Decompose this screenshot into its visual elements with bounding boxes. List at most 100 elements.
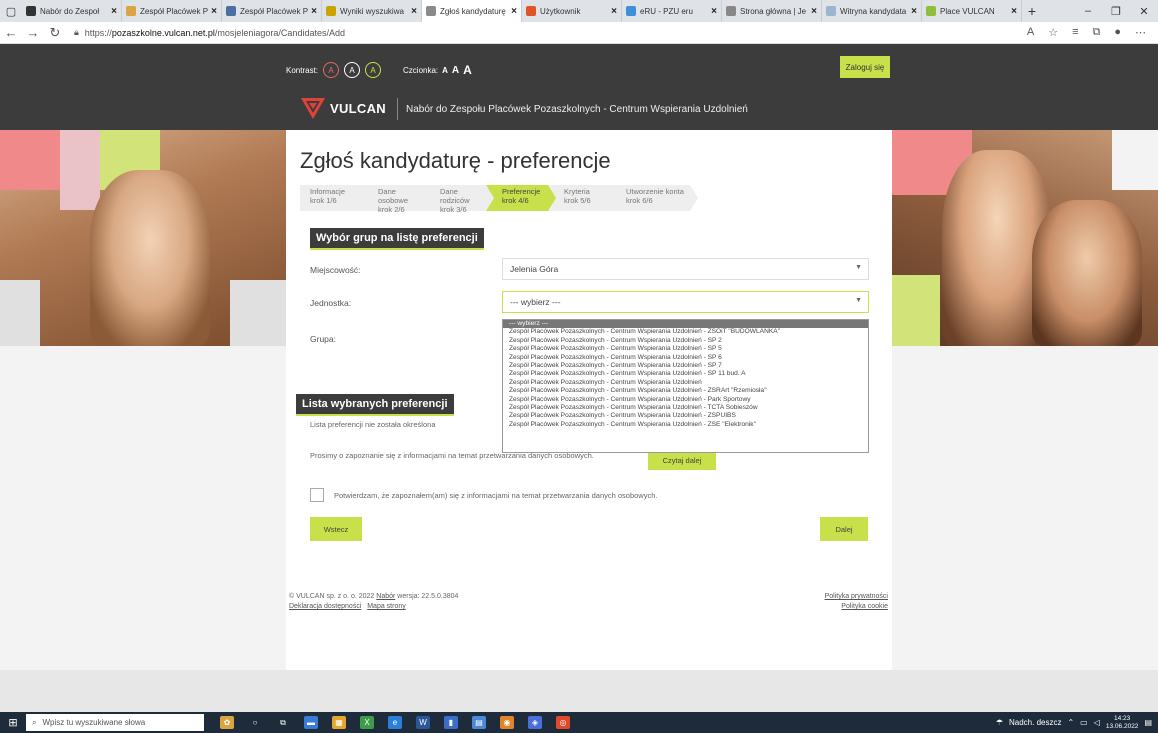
taskbar-search[interactable]: ⌕ Wpisz tu wyszukiwane słowa bbox=[26, 714, 204, 731]
tray-chevron-icon[interactable]: ⌃ bbox=[1067, 718, 1074, 727]
weather-icon[interactable]: ☂ bbox=[996, 718, 1003, 727]
profile-icon[interactable]: ● bbox=[1114, 26, 1121, 39]
dropdown-option[interactable]: Zespół Placówek Pozaszkolnych - Centrum … bbox=[503, 387, 868, 395]
accessibility-strip bbox=[0, 44, 1158, 90]
close-window-icon[interactable]: ✕ bbox=[1130, 5, 1158, 18]
dropdown-option[interactable]: Zespół Placówek Pozaszkolnych - Centrum … bbox=[503, 421, 868, 429]
browser-tab[interactable]: Zgłoś kandydaturę × bbox=[422, 0, 522, 22]
browser-tab[interactable]: Użytkownik × bbox=[522, 0, 622, 22]
contrast-yellow-button[interactable]: A bbox=[365, 62, 382, 78]
font-medium-button[interactable]: A bbox=[452, 65, 459, 76]
tab-actions-icon[interactable]: ▢ bbox=[0, 0, 22, 22]
browser-tab[interactable]: Nabór do Zespoł × bbox=[22, 0, 122, 22]
browser-tab[interactable]: Strona główna | Je × bbox=[722, 0, 822, 22]
app4-icon[interactable]: ◈ bbox=[528, 716, 542, 729]
back-arrow-icon[interactable]: ← bbox=[0, 25, 22, 40]
back-button[interactable]: Wstecz bbox=[310, 517, 362, 541]
tab-close-icon[interactable]: × bbox=[911, 6, 917, 17]
browser-tab[interactable]: Wyniki wyszukiwa × bbox=[322, 0, 422, 22]
tab-close-icon[interactable]: × bbox=[811, 6, 817, 17]
excel-icon[interactable]: X bbox=[360, 716, 374, 729]
font-large-button[interactable]: A bbox=[463, 63, 472, 77]
favorite-star-icon[interactable]: ☆ bbox=[1048, 26, 1058, 39]
word-icon[interactable]: W bbox=[416, 716, 430, 729]
new-tab-button[interactable]: + bbox=[1022, 3, 1042, 19]
dropdown-option[interactable]: Zespół Placówek Pozaszkolnych - Centrum … bbox=[503, 354, 868, 362]
dropdown-option[interactable]: Zespół Placówek Pozaszkolnych - Centrum … bbox=[503, 337, 868, 345]
dropdown-option[interactable]: Zespół Placówek Pozaszkolnych - Centrum … bbox=[503, 379, 868, 387]
dropdown-option[interactable]: Zespół Placówek Pozaszkolnych - Centrum … bbox=[503, 345, 868, 353]
read-aloud-icon[interactable]: A bbox=[1027, 26, 1034, 39]
wizard-step: Informacje krok 1/6 bbox=[300, 185, 370, 211]
dropdown-option[interactable]: Zespół Placówek Pozaszkolnych - Centrum … bbox=[503, 370, 868, 378]
widget-icon[interactable]: ✿ bbox=[220, 716, 234, 729]
app-icon[interactable]: ▦ bbox=[332, 716, 346, 729]
dropdown-option[interactable]: Zespół Placówek Pozaszkolnych - Centrum … bbox=[503, 404, 868, 412]
tab-close-icon[interactable]: × bbox=[111, 6, 117, 17]
tab-favicon-icon bbox=[326, 6, 336, 16]
footer-right: Polityka prywatności Polityka cookie bbox=[825, 592, 888, 612]
windows-start-icon[interactable]: ⊞ bbox=[0, 716, 26, 729]
file-explorer-icon[interactable]: ▬ bbox=[304, 716, 318, 729]
cookie-policy-link[interactable]: Polityka cookie bbox=[841, 603, 888, 610]
cortana-icon[interactable]: ○ bbox=[248, 716, 262, 729]
browser-tab[interactable]: eRU - PZU eru × bbox=[622, 0, 722, 22]
clock[interactable]: 14:23 13.06.2022 bbox=[1106, 715, 1139, 731]
privacy-confirm-checkbox[interactable] bbox=[310, 488, 324, 502]
browser-tab[interactable]: Zespół Placówek P × bbox=[222, 0, 322, 22]
town-select[interactable]: Jelenia Góra ▼ bbox=[502, 258, 869, 280]
login-button[interactable]: Zaloguj się bbox=[840, 56, 890, 78]
restore-icon[interactable]: ❐ bbox=[1102, 5, 1130, 18]
minimize-icon[interactable]: – bbox=[1074, 5, 1102, 18]
wizard-steps: Informacje krok 1/6 Dane osobowe krok 2/6 Da… bbox=[300, 185, 698, 214]
browser-tab[interactable]: Place VULCAN × bbox=[922, 0, 1022, 22]
font-small-button[interactable]: A bbox=[442, 66, 448, 75]
privacy-policy-link[interactable]: Polityka prywatności bbox=[825, 593, 888, 600]
browser-tab[interactable]: Zespół Placówek P × bbox=[122, 0, 222, 22]
wizard-step: Utworzenie konta krok 6/6 bbox=[610, 185, 698, 211]
volume-icon[interactable]: ◁ bbox=[1094, 718, 1100, 727]
wizard-step: Dane osobowe krok 2/6 bbox=[362, 185, 432, 214]
step-name: Dane rodziców bbox=[440, 187, 470, 205]
sitemap-link[interactable]: Mapa strony bbox=[367, 603, 406, 610]
tab-close-icon[interactable]: × bbox=[1011, 6, 1017, 17]
notifications-icon[interactable]: ▤ bbox=[1144, 718, 1152, 727]
more-menu-icon[interactable]: ⋯ bbox=[1135, 26, 1146, 39]
browser-tab[interactable]: Witryna kandydata × bbox=[822, 0, 922, 22]
nabor-link[interactable]: Nabór bbox=[376, 593, 395, 600]
dropdown-option[interactable]: Zespół Placówek Pozaszkolnych - Centrum … bbox=[503, 396, 868, 404]
forward-arrow-icon[interactable]: → bbox=[22, 25, 44, 40]
tab-close-icon[interactable]: × bbox=[211, 6, 217, 17]
dropdown-option[interactable]: Zespół Placówek Pozaszkolnych - Centrum … bbox=[503, 362, 868, 370]
network-icon[interactable]: ▭ bbox=[1080, 718, 1088, 727]
contrast-white-button[interactable]: A bbox=[344, 62, 361, 78]
portal-title: Nabór do Zespołu Placówek Pozaszkolnych … bbox=[406, 104, 748, 115]
dropdown-option[interactable]: Zespół Placówek Pozaszkolnych - Centrum … bbox=[503, 412, 868, 420]
firefox-icon[interactable]: ◉ bbox=[500, 716, 514, 729]
edge-icon[interactable]: e bbox=[388, 716, 402, 729]
contrast-red-button[interactable]: A bbox=[323, 62, 340, 78]
collections-icon[interactable]: ⧉ bbox=[1092, 26, 1100, 39]
tab-close-icon[interactable]: × bbox=[611, 6, 617, 17]
unit-select[interactable]: --- wybierz --- ▼ bbox=[502, 291, 869, 313]
task-view-icon[interactable]: ⧉ bbox=[276, 716, 290, 729]
chrome-icon[interactable]: ◎ bbox=[556, 716, 570, 729]
app2-icon[interactable]: ▮ bbox=[444, 716, 458, 729]
read-more-button[interactable]: Czytaj dalej bbox=[648, 450, 716, 470]
step-name: Dane osobowe bbox=[378, 187, 409, 205]
tab-close-icon[interactable]: × bbox=[411, 6, 417, 17]
dropdown-option[interactable]: --- wybierz --- bbox=[503, 320, 868, 329]
vulcan-logo[interactable]: VULCAN bbox=[300, 96, 386, 120]
tab-close-icon[interactable]: × bbox=[311, 6, 317, 17]
app3-icon[interactable]: ▤ bbox=[472, 716, 486, 729]
url-field[interactable]: 🔒︎ https://pozaszkolne.vulcan.net.pl/mos… bbox=[74, 27, 345, 38]
reload-icon[interactable]: ↻ bbox=[44, 25, 66, 41]
tab-close-icon[interactable]: × bbox=[511, 6, 517, 17]
tab-close-icon[interactable]: × bbox=[711, 6, 717, 17]
tab-favicon-icon bbox=[826, 6, 836, 16]
step-name: Preferencje bbox=[502, 187, 541, 196]
favorites-list-icon[interactable]: ≡ bbox=[1072, 26, 1078, 39]
next-button[interactable]: Dalej bbox=[820, 517, 868, 541]
accessibility-link[interactable]: Deklaracja dostępności bbox=[289, 603, 361, 610]
dropdown-option[interactable]: Zespół Placówek Pozaszkolnych - Centrum … bbox=[503, 328, 868, 336]
